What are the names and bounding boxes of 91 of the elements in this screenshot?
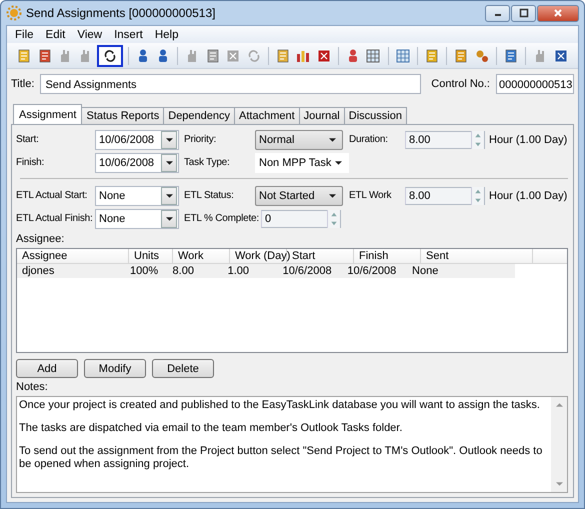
column-header[interactable]: Work [173, 249, 230, 263]
field-label: Finish: [16, 157, 46, 168]
field-label: ETL Status: [184, 190, 235, 201]
field-label: Start: [16, 134, 40, 145]
tab[interactable]: Status Reports [81, 107, 164, 124]
document-icon [36, 48, 53, 64]
action-button[interactable]: Modify [84, 359, 146, 378]
column-header[interactable]: Finish [354, 249, 421, 263]
spin-field[interactable]: 0 [261, 210, 341, 228]
scroll-down-icon [556, 482, 562, 486]
control-number-field[interactable]: 000000000513 [496, 74, 574, 94]
refresh-icon [246, 48, 262, 64]
column-header[interactable]: Sent [421, 249, 533, 263]
refresh-icon [102, 48, 118, 64]
field-label: Priority: [184, 134, 218, 145]
field-label: ETL Actual Finish: [16, 213, 94, 224]
action-button[interactable]: Add [16, 359, 78, 378]
menu-item[interactable]: Edit [40, 28, 72, 40]
dropdown-field[interactable]: 10/06/2008 [95, 152, 179, 172]
document-icon [503, 48, 520, 64]
field-label: ETL Actual Start: [16, 190, 88, 201]
window-title: Send Assignments [000000000513] [26, 6, 216, 20]
maximize-icon [518, 8, 528, 18]
scroll-up-icon [556, 403, 562, 407]
unit-label: Hour (1.00 Day) [489, 134, 568, 146]
dropdown-field[interactable]: Normal [255, 130, 343, 150]
grid-icon [365, 48, 382, 64]
spin-field[interactable]: 8.00 [405, 186, 485, 204]
control-number-label: Control No.: [431, 78, 490, 90]
spinner-icon [471, 130, 484, 148]
dropdown-field[interactable]: Non MPP Task [255, 152, 349, 172]
field-label: ETL Work [349, 190, 392, 201]
dropdown-field[interactable]: None [95, 208, 179, 228]
action-button[interactable]: Delete [152, 359, 214, 378]
document-icon [204, 48, 221, 64]
title-label: Title: [11, 78, 34, 90]
table-row[interactable]: djones 100% 8.00 1.00 10/6/2008 10/6/2008 None [17, 264, 515, 278]
table-cell-text: djones [21, 264, 56, 278]
table-cell-text: None [411, 264, 440, 278]
scrollbar[interactable] [551, 397, 567, 492]
notes-label: Notes: [16, 380, 49, 394]
document-icon [274, 48, 291, 64]
dropdown-arrow-icon [329, 194, 336, 198]
sun-icon [6, 5, 22, 21]
spinner-icon [471, 186, 484, 204]
field-label: Task Type: [184, 157, 231, 168]
tab[interactable]: Dependency [163, 107, 236, 124]
notes-paragraph: The tasks are dispatched via email to the team member's Outlook Tasks folder. [19, 422, 404, 435]
close-icon [553, 8, 563, 18]
tab[interactable]: Journal [298, 107, 345, 124]
table-cell-text: 1.00 [226, 264, 250, 278]
dropdown-arrow-icon [335, 160, 342, 164]
table-cell-text: 100% [129, 264, 160, 278]
field-label: Duration: [349, 134, 389, 145]
table-cell-text: 10/6/2008 [282, 264, 333, 278]
grid-icon [394, 48, 411, 64]
column-header[interactable]: Units [129, 249, 173, 263]
square-icon [225, 48, 242, 64]
notes-field[interactable] [16, 396, 568, 493]
assignee-label: Assignee: [16, 232, 66, 246]
notes-paragraph: To send out the assignment from the Project button select "Send Project to TM's Outlook". Outlook needs to be opened when assigning project. [19, 445, 544, 471]
document-icon [16, 48, 32, 64]
spin-field[interactable]: 8.00 [405, 130, 485, 148]
menu-item[interactable]: Insert [108, 28, 149, 40]
gears-icon [474, 48, 490, 64]
maximize-button[interactable] [511, 4, 536, 22]
notes-paragraph: Once your project is created and published to the EasyTaskLink database you will want to assign the tasks. [19, 399, 541, 412]
field-label: ETL % Complete: [184, 213, 259, 224]
dropdown-field[interactable]: None [95, 186, 179, 206]
column-header[interactable]: Assignee [17, 249, 129, 263]
close-button[interactable] [537, 4, 579, 22]
tab[interactable]: Attachment [234, 107, 300, 124]
toolbar-button[interactable] [96, 44, 122, 66]
menu-item[interactable]: Help [148, 28, 184, 40]
spinner-icon [327, 210, 340, 228]
tab[interactable]: Assignment [13, 104, 82, 124]
unit-label: Hour (1.00 Day) [489, 190, 568, 202]
dropdown-field[interactable]: 10/06/2008 [95, 130, 179, 150]
table-cell-text: 8.00 [172, 264, 195, 278]
menu-item[interactable]: File [9, 28, 40, 40]
document-icon [424, 48, 440, 64]
document-icon [453, 48, 470, 64]
square-icon [552, 48, 569, 64]
minimize-button[interactable] [485, 4, 510, 22]
square-icon [316, 48, 332, 64]
table-cell-text: 10/6/2008 [346, 264, 398, 278]
title-field[interactable]: Send Assignments [40, 74, 422, 94]
dropdown-arrow-icon [329, 138, 336, 142]
dropdown-field[interactable]: Not Started [255, 186, 343, 206]
menu-item[interactable]: View [71, 28, 108, 40]
tab[interactable]: Discussion [344, 107, 407, 124]
